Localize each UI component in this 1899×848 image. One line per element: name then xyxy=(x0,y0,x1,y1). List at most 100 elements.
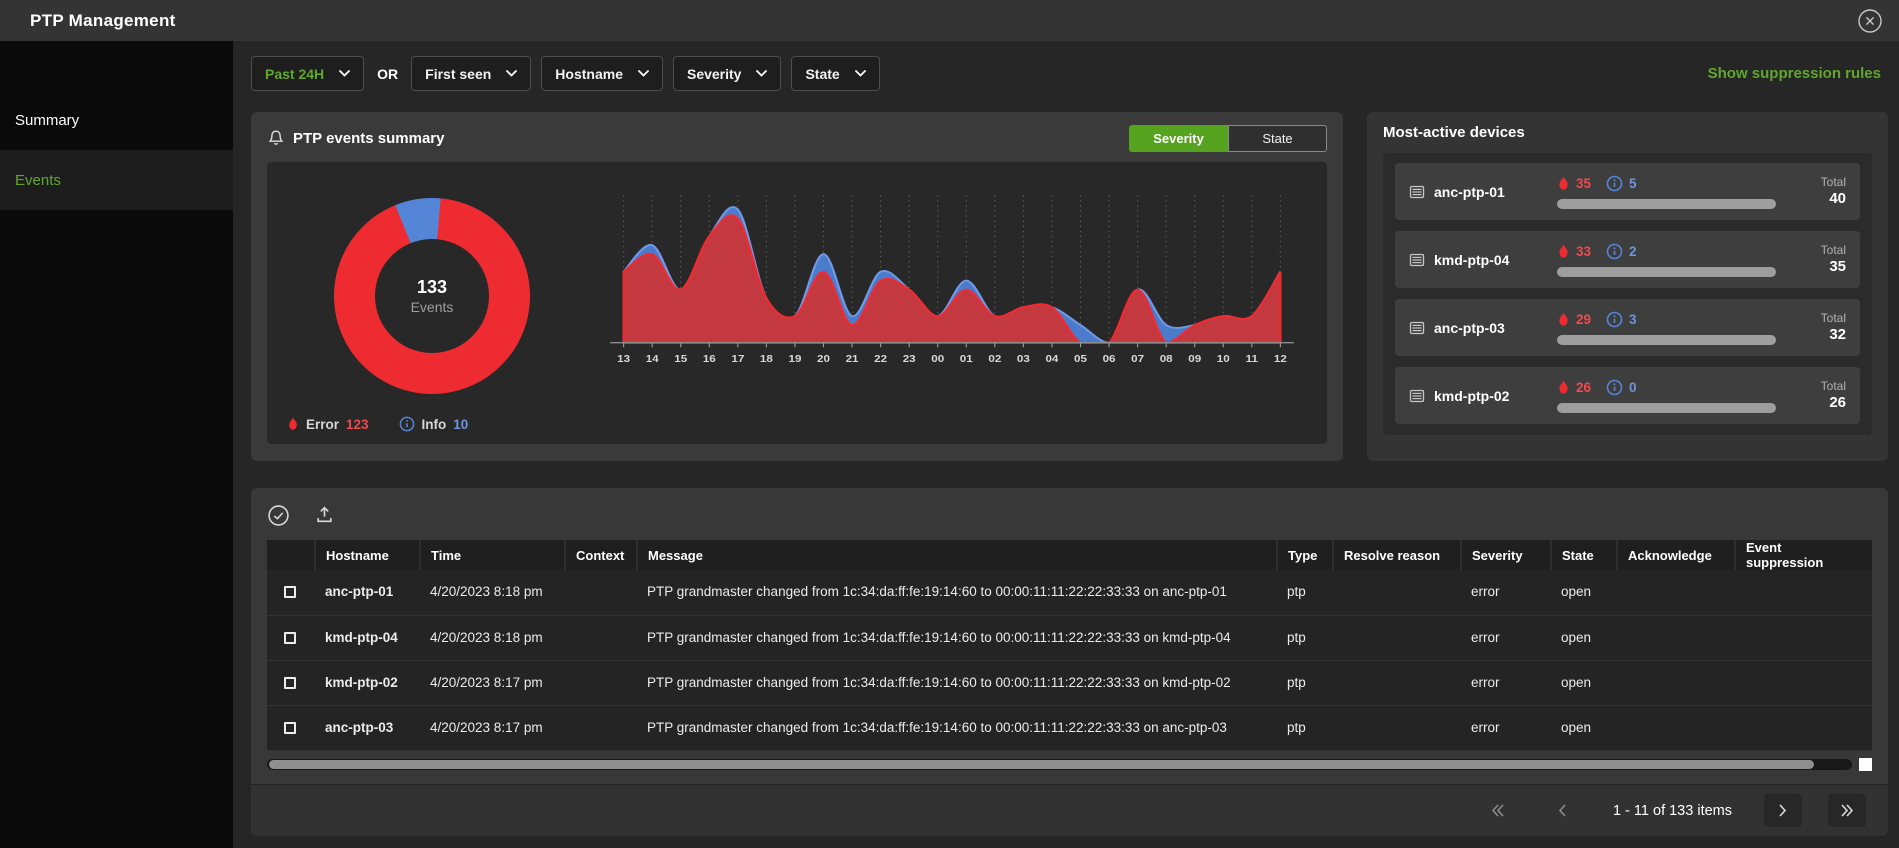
device-row[interactable]: kmd-ptp-02 26 0 Total 26 xyxy=(1395,367,1860,424)
chevron-down-icon xyxy=(506,70,518,77)
sidebar: Summary Events xyxy=(0,41,233,848)
column-header: State xyxy=(1551,540,1618,570)
svg-text:19: 19 xyxy=(788,354,801,365)
column-header: Acknowledge xyxy=(1617,540,1736,570)
first-page-button[interactable] xyxy=(1479,794,1517,827)
column-header: Hostname xyxy=(315,540,421,570)
legend-info: Info 10 xyxy=(399,416,468,432)
device-activity-bar xyxy=(1557,266,1776,277)
scrollbar-thumb[interactable] xyxy=(269,759,1815,769)
ptp-management-window: PTP Management Summary Events Past 24H O… xyxy=(0,0,1899,848)
device-icon xyxy=(1409,388,1425,404)
device-name: anc-ptp-01 xyxy=(1409,184,1557,200)
svg-text:11: 11 xyxy=(1246,354,1258,365)
sidebar-item-events[interactable]: Events xyxy=(0,150,233,210)
events-area-chart: 13 14 15 16 17 18 19 20 21 22 23 00 01 02 03 04 05 06 07 08… xyxy=(610,195,1294,365)
column-header: Type xyxy=(1277,540,1334,570)
svg-text:17: 17 xyxy=(731,354,744,365)
severity-state-toggle: Severity State xyxy=(1129,124,1327,152)
close-icon[interactable] xyxy=(1857,8,1883,34)
device-counts: 29 3 xyxy=(1557,311,1804,345)
or-label: OR xyxy=(377,65,399,82)
svg-text:04: 04 xyxy=(1045,354,1058,365)
svg-text:18: 18 xyxy=(760,354,773,365)
svg-text:07: 07 xyxy=(1131,354,1144,365)
column-header: Severity xyxy=(1461,540,1552,570)
filter-dropdown[interactable]: First seen xyxy=(411,56,532,91)
device-total: Total 32 xyxy=(1820,311,1846,343)
svg-text:08: 08 xyxy=(1160,354,1173,365)
time-range-dropdown[interactable]: Past 24H xyxy=(251,56,365,91)
device-row[interactable]: anc-ptp-01 35 5 Total 40 xyxy=(1395,163,1860,220)
info-icon xyxy=(1606,243,1623,260)
svg-text:20: 20 xyxy=(817,354,830,365)
device-total: Total 40 xyxy=(1820,175,1846,207)
info-icon xyxy=(399,416,415,432)
chevron-down-icon xyxy=(339,70,351,77)
total-events-label: Events xyxy=(410,299,454,315)
svg-text:13: 13 xyxy=(617,354,630,365)
severity-donut-chart: 133 Events xyxy=(334,198,530,394)
filter-dropdown[interactable]: Severity xyxy=(672,56,782,91)
title-bar: PTP Management xyxy=(0,0,1899,41)
device-list: anc-ptp-01 35 5 Total 40 kmd-ptp-04 33 2… xyxy=(1383,153,1872,435)
device-name: kmd-ptp-04 xyxy=(1409,252,1557,268)
svg-text:06: 06 xyxy=(1103,354,1116,365)
svg-text:02: 02 xyxy=(988,354,1001,365)
previous-page-button[interactable] xyxy=(1543,794,1581,827)
filter-dropdown[interactable]: State xyxy=(791,56,880,91)
pagination-bar: 1 - 11 of 133 items xyxy=(251,784,1888,836)
table-row[interactable]: anc-ptp-01 4/20/2023 8:18 pm PTP grandmast… xyxy=(267,570,1872,616)
chevron-down-icon xyxy=(638,70,649,77)
device-name: kmd-ptp-02 xyxy=(1409,388,1557,404)
device-counts: 26 0 xyxy=(1557,379,1804,413)
svg-text:16: 16 xyxy=(703,354,716,365)
toggle-severity[interactable]: Severity xyxy=(1129,124,1228,152)
info-icon xyxy=(1606,379,1623,396)
events-table: Hostname Time Context Message Type Resolve re… xyxy=(267,540,1872,751)
device-row[interactable]: kmd-ptp-04 33 2 Total 35 xyxy=(1395,231,1860,288)
info-icon xyxy=(1606,311,1623,328)
bell-icon xyxy=(267,129,285,147)
device-counts: 35 5 xyxy=(1557,175,1804,209)
horizontal-scrollbar xyxy=(267,757,1872,771)
donut-center: 133 Events xyxy=(375,239,489,353)
row-checkbox[interactable] xyxy=(284,586,296,599)
scrollbar-track[interactable] xyxy=(267,758,1852,770)
device-name: anc-ptp-03 xyxy=(1409,320,1557,336)
show-suppression-rules-link[interactable]: Show suppression rules xyxy=(1708,65,1881,82)
table-row[interactable]: kmd-ptp-04 4/20/2023 8:18 pm PTP grandmast… xyxy=(267,615,1872,661)
next-page-button[interactable] xyxy=(1764,794,1802,827)
table-row[interactable]: anc-ptp-03 4/20/2023 8:17 pm PTP grandmast… xyxy=(267,705,1872,751)
events-summary-header: PTP events summary Severity State xyxy=(267,124,1327,152)
svg-text:09: 09 xyxy=(1188,354,1201,365)
svg-text:03: 03 xyxy=(1017,354,1030,365)
select-all-icon[interactable] xyxy=(267,504,290,527)
flame-icon xyxy=(287,417,299,431)
chart-legend: Error 123 Info 10 xyxy=(287,416,468,432)
page-title: PTP Management xyxy=(30,10,176,30)
table-toolbar xyxy=(267,502,1872,528)
toggle-state[interactable]: State xyxy=(1228,124,1327,152)
table-row[interactable]: kmd-ptp-02 4/20/2023 8:17 pm PTP grandmast… xyxy=(267,660,1872,706)
column-header: Time xyxy=(420,540,566,570)
table-header-row: Hostname Time Context Message Type Resolve re… xyxy=(267,540,1872,570)
export-icon[interactable] xyxy=(314,504,337,527)
row-checkbox[interactable] xyxy=(284,721,296,734)
events-summary-body: 133 Events 13 14 15 16 17 18 19 20 21 22 23 00 01 02 0… xyxy=(267,162,1327,444)
device-row[interactable]: anc-ptp-03 29 3 Total 32 xyxy=(1395,299,1860,356)
device-counts: 33 2 xyxy=(1557,243,1804,277)
filter-dropdown[interactable]: Hostname xyxy=(541,56,663,91)
scrollbar-corner xyxy=(1859,757,1872,771)
row-checkbox[interactable] xyxy=(284,631,296,644)
flame-icon xyxy=(1557,175,1570,191)
pagination-range: 1 - 11 of 133 items xyxy=(1612,802,1732,819)
filter-bar: Past 24H OR First seen Hostname Severity… xyxy=(251,56,1881,91)
svg-text:10: 10 xyxy=(1217,354,1230,365)
svg-text:12: 12 xyxy=(1274,354,1287,365)
row-checkbox[interactable] xyxy=(284,676,296,689)
last-page-button[interactable] xyxy=(1828,794,1866,827)
sidebar-item-summary[interactable]: Summary xyxy=(0,90,233,150)
svg-text:21: 21 xyxy=(846,354,859,365)
device-total: Total 26 xyxy=(1820,379,1846,411)
